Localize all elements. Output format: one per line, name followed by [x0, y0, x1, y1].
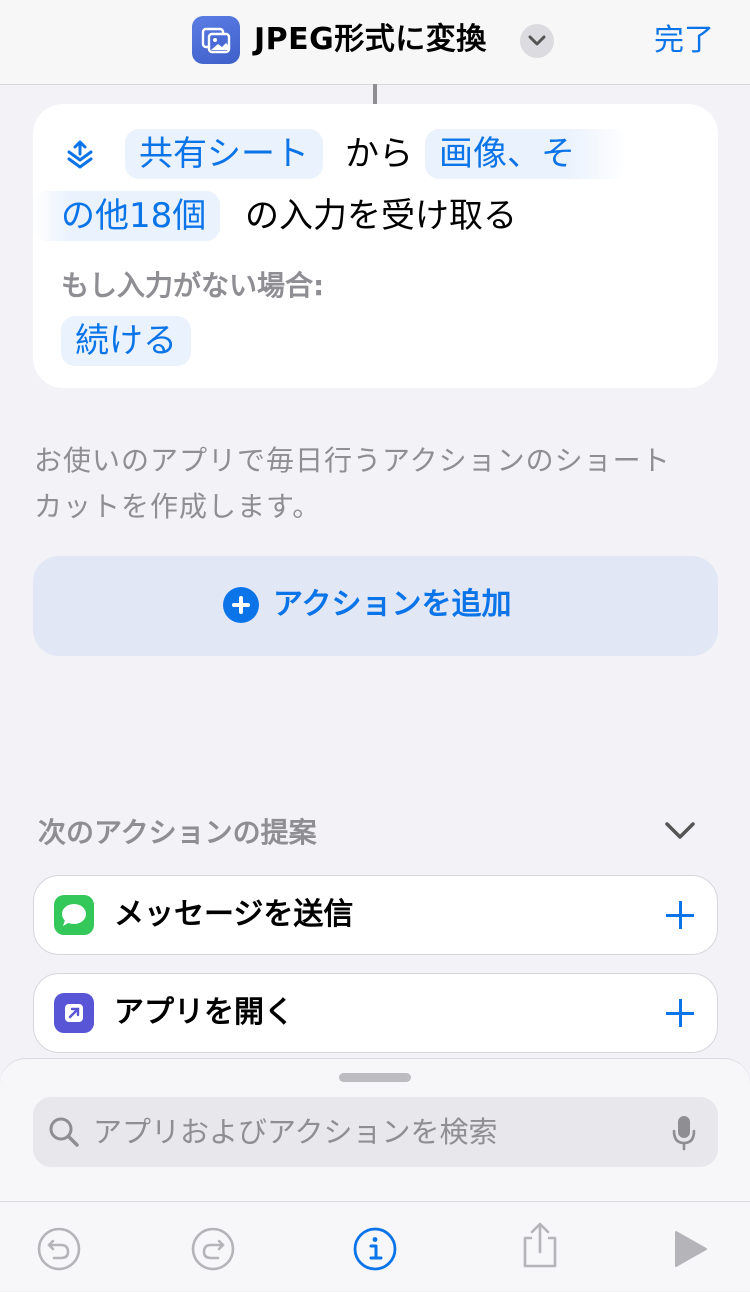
- open-app-icon: [54, 993, 94, 1033]
- input-types-token-continued[interactable]: の他18個: [33, 191, 221, 241]
- suggestions-header: 次のアクションの提案: [38, 816, 317, 849]
- play-icon[interactable]: [672, 1226, 710, 1272]
- share-icon[interactable]: [518, 1220, 562, 1272]
- add-plus-icon[interactable]: [666, 999, 694, 1027]
- chevron-down-icon[interactable]: [520, 24, 554, 58]
- add-action-label: アクションを追加: [273, 587, 512, 622]
- redo-icon[interactable]: [190, 1226, 236, 1272]
- receive-input-text: の入力を受け取る: [245, 196, 517, 236]
- chevron-down-icon[interactable]: [664, 820, 696, 842]
- navigation-bar: JPEG形式に変換 完了: [0, 0, 750, 85]
- microphone-icon[interactable]: [671, 1114, 697, 1152]
- sheet-grabber[interactable]: [339, 1073, 411, 1082]
- photos-shortcut-icon[interactable]: [192, 16, 240, 64]
- search-input[interactable]: [93, 1107, 653, 1157]
- suggestion-label: メッセージを送信: [114, 897, 354, 932]
- shortcut-title[interactable]: JPEG形式に変換: [254, 18, 487, 62]
- from-text: から: [345, 134, 413, 174]
- undo-icon[interactable]: [36, 1226, 82, 1272]
- action-search-sheet: [0, 1058, 750, 1291]
- empty-state-description: お使いのアプリで毎日行うアクションのショートカットを作成します。: [34, 444, 671, 523]
- if-no-input-label: もし入力がない場合:: [61, 269, 325, 302]
- done-button[interactable]: 完了: [654, 20, 714, 62]
- suggestion-open-app[interactable]: アプリを開く: [33, 973, 718, 1053]
- share-sheet-icon: [67, 140, 93, 169]
- add-action-button[interactable]: アクションを追加: [33, 556, 718, 656]
- receive-input-action-card[interactable]: 共有シート から 画像、そ の他18個 の入力を受け取る もし入力がない場合: …: [33, 104, 718, 388]
- info-icon[interactable]: [352, 1226, 398, 1272]
- input-types-token[interactable]: 画像、そ: [425, 129, 627, 179]
- search-icon: [49, 1117, 79, 1147]
- suggestion-send-message[interactable]: メッセージを送信: [33, 875, 718, 955]
- add-plus-icon[interactable]: [666, 901, 694, 929]
- suggestion-label: アプリを開く: [114, 995, 294, 1030]
- search-field[interactable]: [33, 1097, 718, 1167]
- plus-circle-icon: [223, 587, 259, 623]
- connector-line: [373, 84, 377, 104]
- continue-token[interactable]: 続ける: [61, 316, 191, 366]
- messages-app-icon: [54, 895, 94, 935]
- bottom-toolbar: [0, 1201, 750, 1292]
- share-sheet-token[interactable]: 共有シート: [125, 129, 323, 179]
